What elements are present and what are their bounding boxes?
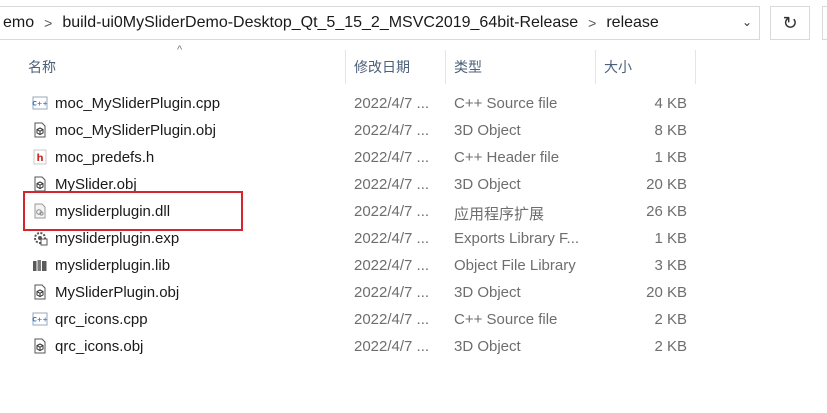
file-row[interactable]: moc_MySliderPlugin.obj 2022/4/7 ... 3D Obj… (0, 117, 827, 144)
refresh-icon: ↻ (782, 12, 798, 33)
file-size: 1 KB (654, 230, 687, 247)
svg-text:C++: C++ (32, 100, 48, 108)
3d-object-icon (32, 176, 48, 192)
file-size: 20 KB (646, 284, 687, 301)
3d-object-icon (32, 338, 48, 354)
chevron-right-icon[interactable]: > (40, 15, 56, 31)
file-name[interactable]: moc_MySliderPlugin.cpp (55, 95, 220, 112)
column-size[interactable]: 大小 (598, 50, 696, 84)
file-type: 3D Object (454, 284, 521, 301)
file-size: 3 KB (654, 257, 687, 274)
address-bar[interactable]: emo > build-ui0MySliderDemo-Desktop_Qt_5… (0, 6, 760, 40)
file-name[interactable]: qrc_icons.obj (55, 338, 143, 355)
file-row[interactable]: MySlider.obj 2022/4/7 ... 3D Object 20 KB (0, 171, 827, 198)
file-date: 2022/4/7 ... (354, 95, 430, 112)
column-header: 名称 修改日期 类型 大小 (0, 50, 827, 84)
file-row[interactable]: C++ qrc_icons.cpp 2022/4/7 ... C++ Source f… (0, 306, 827, 333)
file-size: 1 KB (654, 149, 687, 166)
column-name[interactable]: 名称 (22, 50, 346, 84)
file-date: 2022/4/7 ... (354, 284, 430, 301)
file-name[interactable]: moc_predefs.h (55, 149, 154, 166)
file-size: 26 KB (646, 203, 687, 220)
file-date: 2022/4/7 ... (354, 122, 430, 139)
file-row[interactable]: h moc_predefs.h 2022/4/7 ... C++ Header fil… (0, 144, 827, 171)
file-type: 3D Object (454, 122, 521, 139)
cpp-header-icon: h (32, 149, 48, 165)
breadcrumb-item[interactable]: release (600, 14, 664, 32)
file-row[interactable]: C++ moc_MySliderPlugin.cpp 2022/4/7 ... C++… (0, 90, 827, 117)
file-size: 20 KB (646, 176, 687, 193)
file-type: 3D Object (454, 176, 521, 193)
refresh-button[interactable]: ↻ (770, 6, 810, 40)
file-name[interactable]: mysliderplugin.dll (55, 203, 170, 220)
file-row[interactable]: mysliderplugin.lib 2022/4/7 ... Object Fil… (0, 252, 827, 279)
column-date-modified[interactable]: 修改日期 (348, 50, 446, 84)
file-type: C++ Header file (454, 149, 560, 166)
file-date: 2022/4/7 ... (354, 257, 430, 274)
file-name[interactable]: MySlider.obj (55, 176, 137, 193)
file-date: 2022/4/7 ... (354, 230, 430, 247)
file-date: 2022/4/7 ... (354, 338, 430, 355)
file-name[interactable]: qrc_icons.cpp (55, 311, 148, 328)
object-library-icon (32, 257, 48, 273)
breadcrumb-item[interactable]: emo (0, 14, 40, 32)
svg-text:C++: C++ (32, 316, 48, 324)
search-box[interactable] (822, 6, 827, 40)
file-size: 8 KB (654, 122, 687, 139)
column-type[interactable]: 类型 (448, 50, 596, 84)
file-date: 2022/4/7 ... (354, 311, 430, 328)
file-list: C++ moc_MySliderPlugin.cpp 2022/4/7 ... C++… (0, 90, 827, 360)
chevron-right-icon[interactable]: > (584, 15, 600, 31)
3d-object-icon (32, 122, 48, 138)
file-type: C++ Source file (454, 311, 558, 328)
file-size: 4 KB (654, 95, 687, 112)
file-type: Object File Library (454, 257, 576, 274)
3d-object-icon (32, 284, 48, 300)
breadcrumb-item[interactable]: build-ui0MySliderDemo-Desktop_Qt_5_15_2_… (56, 14, 584, 32)
chevron-down-icon[interactable]: ⌄ (740, 15, 754, 29)
dll-file-icon (32, 203, 48, 219)
cpp-source-icon: C++ (32, 95, 48, 111)
sort-ascending-icon: ^ (177, 44, 183, 56)
file-name[interactable]: mysliderplugin.lib (55, 257, 170, 274)
file-name[interactable]: MySliderPlugin.obj (55, 284, 179, 301)
file-type: 应用程序扩展 (454, 206, 545, 223)
file-date: 2022/4/7 ... (354, 149, 430, 166)
file-row[interactable]: mysliderplugin.dll 2022/4/7 ... 应用程序扩展 26 K… (0, 198, 827, 225)
exports-library-icon (32, 230, 48, 246)
svg-text:h: h (36, 153, 43, 164)
file-date: 2022/4/7 ... (354, 176, 430, 193)
file-type: C++ Source file (454, 95, 558, 112)
file-type: Exports Library F... (454, 230, 580, 247)
file-size: 2 KB (654, 338, 687, 355)
file-size: 2 KB (654, 311, 687, 328)
file-date: 2022/4/7 ... (354, 203, 430, 220)
cpp-source-icon: C++ (32, 311, 48, 327)
file-row[interactable]: mysliderplugin.exp 2022/4/7 ... Exports Li… (0, 225, 827, 252)
file-type: 3D Object (454, 338, 521, 355)
file-name[interactable]: mysliderplugin.exp (55, 230, 179, 247)
file-row[interactable]: MySliderPlugin.obj 2022/4/7 ... 3D Object 2… (0, 279, 827, 306)
file-name[interactable]: moc_MySliderPlugin.obj (55, 122, 216, 139)
file-row[interactable]: qrc_icons.obj 2022/4/7 ... 3D Object 2 KB (0, 333, 827, 360)
